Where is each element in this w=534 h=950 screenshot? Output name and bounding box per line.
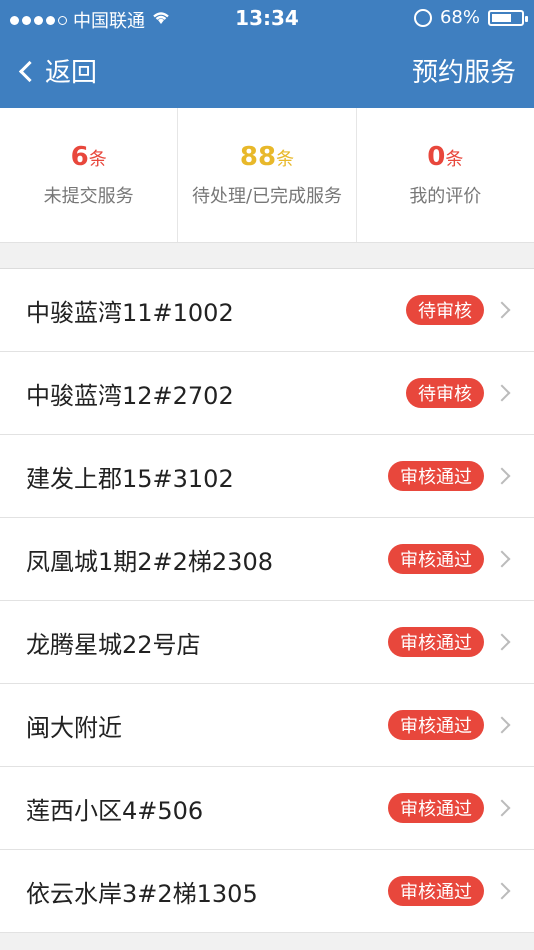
list-item[interactable]: 依云水岸3#2梯1305 审核通过 (0, 850, 534, 933)
chevron-right-icon (493, 799, 511, 817)
list-item[interactable]: 闽大附近 审核通过 (0, 684, 534, 767)
item-name: 闽大附近 (26, 713, 122, 742)
item-name: 凤凰城1期2#2梯2308 (26, 547, 273, 576)
chevron-right-icon (493, 633, 511, 651)
status-badge: 审核通过 (388, 793, 484, 823)
section-divider (0, 243, 534, 269)
stats-panel: 6条 未提交服务 88条 待处理/已完成服务 0条 我的评价 (0, 108, 534, 243)
item-name: 中骏蓝湾11#1002 (26, 298, 234, 327)
chevron-right-icon (493, 550, 511, 568)
status-badge: 审核通过 (388, 876, 484, 906)
chevron-right-icon (493, 301, 511, 319)
list-item[interactable]: 建发上郡15#3102 审核通过 (0, 435, 534, 518)
stat-count: 6条 (70, 142, 107, 172)
stat-pending-completed[interactable]: 88条 待处理/已完成服务 (178, 108, 357, 242)
back-button[interactable]: 返回 (18, 52, 98, 89)
status-badge: 审核通过 (388, 710, 484, 740)
stat-unsubmitted[interactable]: 6条 未提交服务 (0, 108, 179, 242)
nav-bar: 返回 预约服务 (0, 36, 534, 108)
address-list: 中骏蓝湾11#1002 待审核 中骏蓝湾12#2702 待审核 建发上郡15#3… (0, 269, 534, 933)
header: 中国联通 13:34 68% 返回 预约服务 (0, 0, 534, 108)
item-name: 依云水岸3#2梯1305 (26, 879, 258, 908)
list-item[interactable]: 中骏蓝湾12#2702 待审核 (0, 352, 534, 435)
stat-count: 88条 (239, 142, 295, 172)
book-service-button[interactable]: 预约服务 (412, 52, 516, 89)
stat-label: 待处理/已完成服务 (191, 186, 343, 207)
status-badge: 待审核 (406, 295, 484, 325)
back-label: 返回 (45, 58, 98, 88)
item-name: 龙腾星城22号店 (26, 630, 201, 659)
status-badge: 审核通过 (388, 627, 484, 657)
status-badge: 审核通过 (388, 544, 484, 574)
stat-count: 0条 (427, 142, 464, 172)
chevron-right-icon (493, 467, 511, 485)
status-badge: 待审核 (406, 378, 484, 408)
battery-percent: 68% (439, 7, 480, 28)
rotation-lock-icon (413, 8, 432, 27)
stat-label: 我的评价 (409, 186, 482, 207)
battery-icon (488, 9, 528, 26)
list-item[interactable]: 凤凰城1期2#2梯2308 审核通过 (0, 518, 534, 601)
chevron-left-icon (18, 60, 41, 83)
chevron-right-icon (493, 716, 511, 734)
list-item[interactable]: 龙腾星城22号店 审核通过 (0, 601, 534, 684)
item-name: 莲西小区4#506 (26, 796, 204, 825)
status-bar: 中国联通 13:34 68% (0, 0, 534, 36)
stat-my-reviews[interactable]: 0条 我的评价 (357, 108, 534, 242)
list-item[interactable]: 中骏蓝湾11#1002 待审核 (0, 269, 534, 352)
chevron-right-icon (493, 384, 511, 402)
item-name: 中骏蓝湾12#2702 (26, 381, 234, 410)
list-item[interactable]: 莲西小区4#506 审核通过 (0, 767, 534, 850)
status-badge: 审核通过 (388, 461, 484, 491)
item-name: 建发上郡15#3102 (26, 464, 234, 493)
stat-label: 未提交服务 (43, 186, 134, 207)
chevron-right-icon (493, 882, 511, 900)
